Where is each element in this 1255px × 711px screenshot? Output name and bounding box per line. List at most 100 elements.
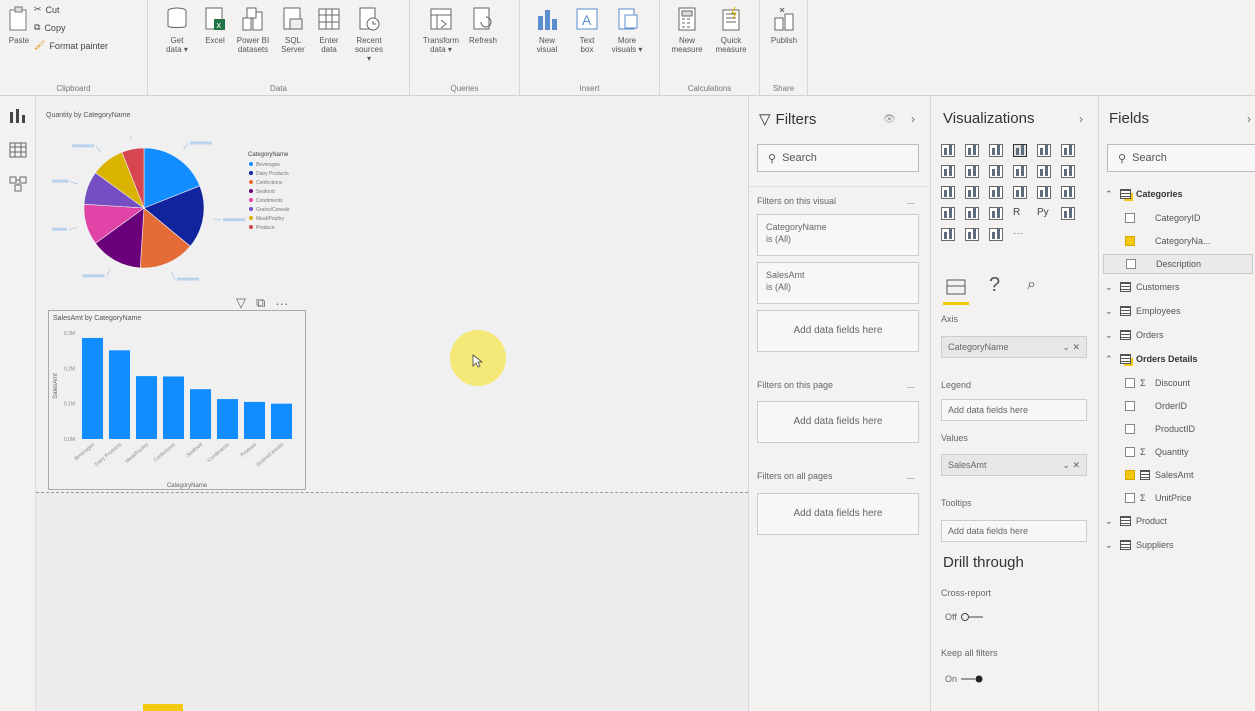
fields-search-input[interactable]: ⚲ Search xyxy=(1107,144,1255,172)
visual-type-icon[interactable] xyxy=(965,207,979,220)
bar[interactable] xyxy=(81,337,104,439)
visual-type-icon[interactable] xyxy=(989,228,1003,241)
copy-button[interactable]: ⧉ Copy xyxy=(34,22,65,33)
table-node[interactable]: ⌄ Customers xyxy=(1105,277,1180,297)
pie-legend-item[interactable]: Produce xyxy=(256,225,275,231)
legend-well[interactable]: Add data fields here xyxy=(941,399,1087,421)
bar[interactable] xyxy=(270,403,293,439)
filters-visual-drop-zone[interactable]: Add data fields here xyxy=(757,310,919,352)
checkbox[interactable] xyxy=(1125,493,1135,503)
pie-legend-item[interactable]: Seafood xyxy=(256,189,275,195)
visual-type-icon[interactable] xyxy=(965,165,979,178)
filters-all-more[interactable]: ... xyxy=(907,471,915,481)
field-item[interactable]: Description xyxy=(1103,254,1253,274)
bar[interactable] xyxy=(216,399,239,439)
visual-type-icon[interactable] xyxy=(965,228,979,241)
pie-legend-item[interactable]: Grains/Cereals xyxy=(256,207,290,213)
checkbox-checked[interactable] xyxy=(1125,236,1135,246)
field-item[interactable]: CategoryID xyxy=(1125,208,1201,228)
bar-chart-visual[interactable]: SalesAmt by CategoryName 0.0M 0.1M 0.2M 0.3… xyxy=(48,310,306,490)
table-node[interactable]: ⌃ Categories xyxy=(1105,184,1183,204)
page-tab[interactable] xyxy=(143,704,183,711)
analytics-magnifier-icon[interactable]: ⌕ xyxy=(1027,276,1036,294)
focus-mode-icon[interactable]: ⧉ xyxy=(256,295,265,311)
tooltips-well[interactable]: Add data fields here xyxy=(941,520,1087,542)
model-view-icon[interactable] xyxy=(9,176,27,192)
pie-legend-item[interactable]: Meat/Poultry xyxy=(256,216,285,222)
visual-type-icon[interactable]: Py xyxy=(1037,207,1051,220)
chevron-down-icon[interactable]: ⌄ xyxy=(1105,330,1115,341)
visual-type-icon[interactable]: R xyxy=(1013,207,1027,220)
sql-server-button[interactable]: SQL Server xyxy=(276,6,310,54)
visual-type-icon[interactable] xyxy=(1061,207,1075,220)
filters-page-drop-zone[interactable]: Add data fields here xyxy=(757,401,919,443)
format-roller-icon[interactable]: ? xyxy=(989,274,1000,297)
values-well[interactable]: SalesAmt ⌄ ✕ xyxy=(941,454,1087,476)
more-visuals-icon[interactable]: ··· xyxy=(1013,228,1027,241)
visual-type-icon[interactable] xyxy=(1013,165,1027,178)
fields-tab-icon[interactable] xyxy=(945,278,967,298)
checkbox[interactable] xyxy=(1125,213,1135,223)
refresh-button[interactable]: Refresh xyxy=(466,6,500,45)
visual-type-icon[interactable] xyxy=(989,186,1003,199)
checkbox[interactable] xyxy=(1125,424,1135,434)
visual-type-icon[interactable] xyxy=(941,186,955,199)
more-visuals-button[interactable]: More visuals ▾ xyxy=(610,6,644,54)
eye-icon[interactable]: 👁 xyxy=(883,114,896,125)
visual-type-icon[interactable] xyxy=(989,144,1003,157)
paste-button[interactable]: Paste xyxy=(2,6,36,45)
table-node[interactable]: ⌄ Orders xyxy=(1105,325,1164,345)
report-view-icon[interactable] xyxy=(9,108,27,124)
collapse-filters-chevron-icon[interactable]: › xyxy=(911,112,915,126)
filters-all-drop-zone[interactable]: Add data fields here xyxy=(757,493,919,535)
bar[interactable] xyxy=(135,376,158,439)
pie-legend-item[interactable]: Confections xyxy=(256,180,283,186)
axis-well[interactable]: CategoryName ⌄ ✕ xyxy=(941,336,1087,358)
pie-legend-item[interactable]: Condiments xyxy=(256,198,283,204)
quick-measure-button[interactable]: Quick measure xyxy=(714,6,748,54)
new-measure-button[interactable]: New measure xyxy=(670,6,704,54)
filters-visual-more[interactable]: ... xyxy=(907,196,915,206)
transform-data-button[interactable]: Transform data ▾ xyxy=(423,6,459,54)
visual-type-icon[interactable] xyxy=(1037,144,1051,157)
visual-type-icon[interactable] xyxy=(1061,186,1075,199)
visual-type-icon[interactable] xyxy=(989,207,1003,220)
more-options-button[interactable]: ··· xyxy=(275,296,288,311)
checkbox[interactable] xyxy=(1125,401,1135,411)
field-item[interactable]: ProductID xyxy=(1125,419,1195,439)
checkbox[interactable] xyxy=(1125,447,1135,457)
get-data-button[interactable]: Get data ▾ xyxy=(160,6,194,54)
format-painter-button[interactable]: 🖌 Format painter xyxy=(34,40,108,51)
chevron-down-icon[interactable]: ⌄ xyxy=(1105,282,1115,293)
visual-type-icon[interactable] xyxy=(1013,186,1027,199)
visual-type-icon[interactable] xyxy=(989,165,1003,178)
filter-card-categoryname[interactable]: CategoryName is (All) xyxy=(757,214,919,256)
bar[interactable] xyxy=(189,389,212,439)
field-item[interactable]: Σ Quantity xyxy=(1125,442,1189,462)
pie-legend-item[interactable]: Beverages xyxy=(256,162,280,168)
visual-type-icon[interactable] xyxy=(1037,186,1051,199)
bar[interactable] xyxy=(243,401,266,439)
bar-chart[interactable]: 0.0M 0.1M 0.2M 0.3M BeveragesDairy Products M… xyxy=(49,323,307,491)
excel-button[interactable]: x Excel xyxy=(198,6,232,45)
cross-report-toggle[interactable]: Off xyxy=(945,612,984,622)
field-item[interactable]: Σ Discount xyxy=(1125,373,1190,393)
data-view-icon[interactable] xyxy=(9,142,27,158)
values-field-controls[interactable]: ⌄ ✕ xyxy=(1062,460,1080,471)
text-box-button[interactable]: A Text box xyxy=(570,6,604,54)
table-node[interactable]: ⌄ Product xyxy=(1105,511,1167,531)
bar[interactable] xyxy=(162,376,185,439)
collapse-viz-chevron-icon[interactable]: › xyxy=(1079,112,1083,126)
visual-type-icon[interactable] xyxy=(941,165,955,178)
power-bi-datasets-button[interactable]: Power BI datasets xyxy=(236,6,270,54)
chevron-up-icon[interactable]: ⌃ xyxy=(1105,189,1115,200)
values-remove-button[interactable]: ✕ xyxy=(1072,460,1080,470)
field-item[interactable]: SalesAmt xyxy=(1125,465,1194,485)
table-node[interactable]: ⌄ Suppliers xyxy=(1105,535,1174,555)
filter-card-salesamt[interactable]: SalesAmt is (All) xyxy=(757,262,919,304)
table-node[interactable]: ⌃ Orders Details xyxy=(1105,349,1198,369)
collapse-fields-chevron-icon[interactable]: › xyxy=(1247,112,1251,126)
visual-type-icon[interactable] xyxy=(1037,165,1051,178)
chevron-up-icon[interactable]: ⌃ xyxy=(1105,354,1115,365)
field-item[interactable]: OrderID xyxy=(1125,396,1187,416)
